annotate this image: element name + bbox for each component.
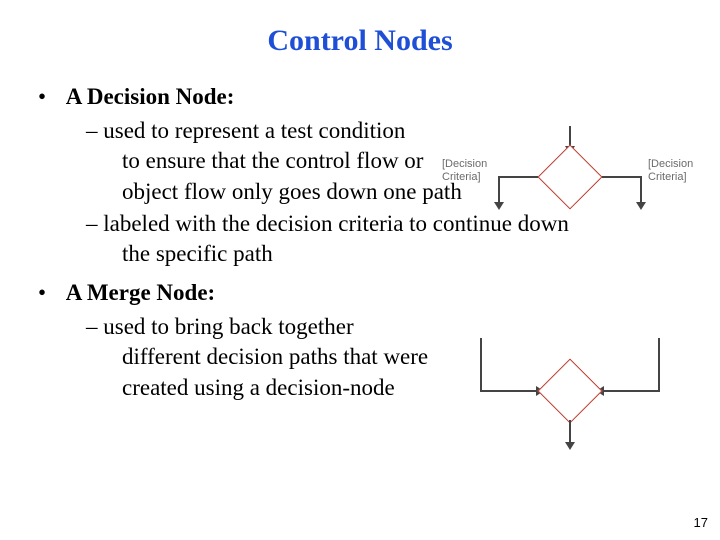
text: to ensure that the control flow or	[122, 146, 464, 176]
text: the specific path	[122, 239, 684, 269]
decision-label-right: [Decision Criteria]	[648, 158, 702, 183]
diamond-icon	[537, 358, 602, 423]
arrow-in-icon	[569, 126, 571, 146]
arrow-left-icon	[498, 176, 538, 178]
slide-title: Control Nodes	[36, 24, 684, 58]
merge-heading: A Merge Node:	[66, 280, 215, 305]
decision-label-left: [Decision Criteria]	[442, 158, 496, 183]
arrow-in-right-icon	[658, 338, 660, 390]
diamond-icon	[537, 144, 602, 209]
text: created using a decision-node	[122, 373, 464, 403]
text: different decision paths that were	[122, 342, 464, 372]
text: used to bring back together	[103, 314, 353, 339]
merge-node-figure	[440, 340, 700, 450]
arrow-out-icon	[569, 420, 571, 442]
decision-heading: A Decision Node:	[66, 84, 235, 109]
arrow-in-left-icon	[480, 338, 482, 390]
arrow-right-icon	[602, 176, 642, 178]
arrow-left-down-icon	[498, 176, 500, 202]
arrow-in-left-h-icon	[480, 390, 536, 392]
slide: Control Nodes A Decision Node: used to r…	[0, 0, 720, 540]
text: object flow only goes down one path	[122, 177, 464, 207]
arrow-in-right-h-icon	[604, 390, 660, 392]
page-number: 17	[694, 515, 708, 530]
decision-node-figure: [Decision Criteria] [Decision Criteria]	[440, 128, 700, 218]
decision-sub-1: used to represent a test condition to en…	[86, 116, 464, 207]
text: used to represent a test condition	[103, 118, 405, 143]
arrow-right-down-icon	[640, 176, 642, 202]
merge-sub-1: used to bring back together different de…	[86, 312, 464, 403]
decision-sub-2: labeled with the decision criteria to co…	[86, 209, 684, 270]
